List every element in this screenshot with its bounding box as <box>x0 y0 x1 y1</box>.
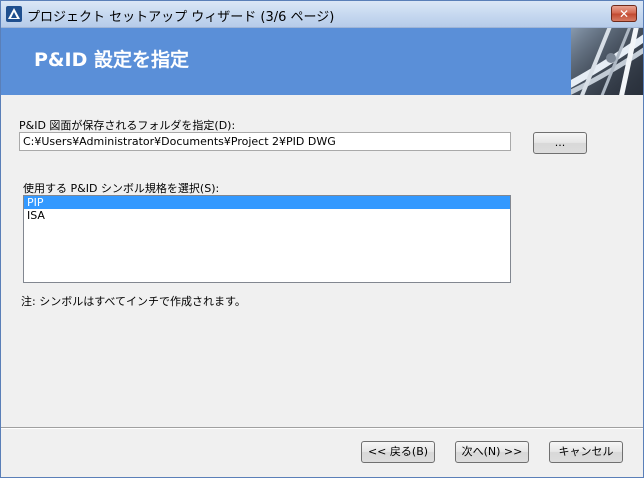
back-button-label: << 戻る(B) <box>367 445 429 458</box>
cancel-button[interactable]: キャンセル <box>549 441 623 463</box>
page-title: P&ID 設定を指定 <box>34 49 189 71</box>
wizard-window: プロジェクト セットアップ ウィザード (3/6 ページ) ✕ P&ID 設定を… <box>0 0 644 478</box>
title-bar[interactable]: プロジェクト セットアップ ウィザード (3/6 ページ) ✕ <box>1 1 643 28</box>
folder-path-input[interactable]: C:¥Users¥Administrator¥Documents¥Project… <box>19 132 511 151</box>
browse-button[interactable]: ... <box>533 132 587 154</box>
app-logo-icon <box>6 6 22 22</box>
cancel-button-label: キャンセル <box>558 445 614 458</box>
back-button[interactable]: << 戻る(B) <box>361 441 435 463</box>
next-button-label: 次へ(N) >> <box>461 445 523 458</box>
close-icon: ✕ <box>618 7 630 21</box>
list-item-pip[interactable]: PIP <box>24 196 510 209</box>
next-button[interactable]: 次へ(N) >> <box>455 441 529 463</box>
browse-button-label: ... <box>554 136 566 149</box>
units-note: 注: シンボルはすべてインチで作成されます。 <box>21 295 246 308</box>
window-title: プロジェクト セットアップ ウィザード (3/6 ページ) <box>27 10 335 25</box>
plant-pipes-image <box>565 23 644 99</box>
header-banner: P&ID 設定を指定 <box>1 23 644 99</box>
list-item-isa[interactable]: ISA <box>24 209 510 222</box>
close-button[interactable]: ✕ <box>611 5 637 22</box>
standard-label: 使用する P&ID シンボル規格を選択(S): <box>23 182 220 195</box>
folder-label: P&ID 図面が保存されるフォルダを指定(D): <box>19 119 236 132</box>
footer-divider <box>1 427 643 429</box>
symbol-standard-list[interactable]: PIP ISA <box>23 195 511 283</box>
